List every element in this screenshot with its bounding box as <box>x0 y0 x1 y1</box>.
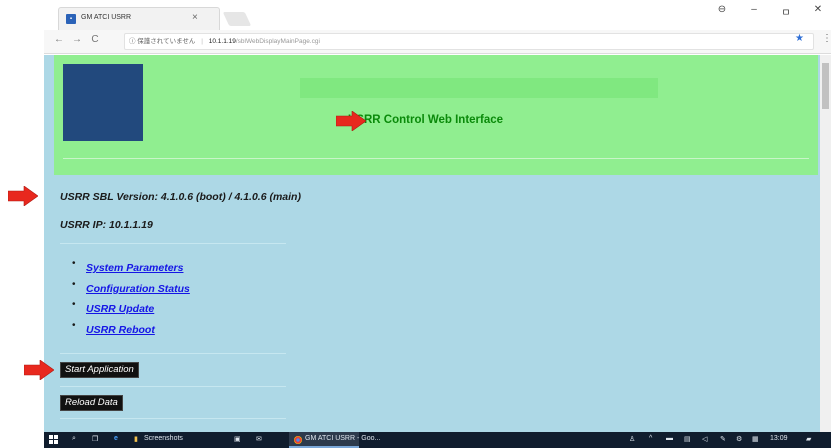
new-tab-button[interactable] <box>222 12 252 26</box>
bookmark-star-icon[interactable]: ★ <box>795 33 804 44</box>
usrr-reboot-link[interactable]: USRR Reboot <box>86 324 155 336</box>
divider <box>60 243 286 244</box>
start-application-button[interactable]: Start Application <box>60 362 139 378</box>
people-icon[interactable]: ♙ <box>629 435 635 443</box>
page-scrollbar[interactable] <box>820 55 831 432</box>
version-info: USRR SBL Version: 4.1.0.6 (boot) / 4.1.0… <box>60 191 301 203</box>
ip-info: USRR IP: 10.1.1.19 <box>60 219 153 231</box>
list-item: USRR Reboot <box>72 320 190 341</box>
tab-title: GM ATCI USRR <box>81 14 132 21</box>
tray-chevron-icon[interactable]: ^ <box>649 435 652 442</box>
close-tab-icon[interactable]: × <box>192 12 198 23</box>
divider <box>60 386 286 387</box>
header-divider <box>63 158 809 159</box>
browser-toolbar: ← → C ⓘ 保護されていません | 10.1.1.19/sblWebDisp… <box>44 30 831 54</box>
main-menu: System Parameters Configuration Status U… <box>72 258 190 340</box>
divider <box>60 353 286 354</box>
address-path: /sblWebDisplayMainPage.cgi <box>235 38 320 45</box>
system-parameters-link[interactable]: System Parameters <box>86 262 183 274</box>
windows-start-icon[interactable] <box>49 435 59 445</box>
list-item: USRR Update <box>72 299 190 320</box>
pen-icon[interactable]: ✎ <box>720 435 726 443</box>
reload-button[interactable]: C <box>88 34 102 45</box>
taskbar: ⌕ ❐ e ▮ Screenshots ▣ ✉ GM ATCI USRR - G… <box>44 432 831 448</box>
close-window-button[interactable]: ✕ <box>811 4 825 19</box>
taskbar-clock[interactable]: 13:09 <box>770 435 788 442</box>
settings-icon[interactable]: ⚙ <box>736 435 742 443</box>
battery-icon[interactable]: ▬ <box>666 435 673 442</box>
forward-button[interactable]: → <box>70 34 84 45</box>
minimize-button[interactable]: – <box>747 4 761 19</box>
chrome-icon <box>294 436 302 444</box>
page-header: USRR Control Web Interface <box>54 55 818 175</box>
screen: ▪ GM ATCI USRR × ⊖ – ㅁ ✕ ← → C ⓘ 保護されていま… <box>0 0 831 448</box>
volume-icon[interactable]: ◁ <box>702 435 707 443</box>
back-button[interactable]: ← <box>52 34 66 45</box>
reload-data-button[interactable]: Reload Data <box>60 395 123 411</box>
security-info[interactable]: ⓘ 保護されていません <box>129 34 195 49</box>
favicon-icon: ▪ <box>66 14 76 24</box>
browser-tab[interactable]: ▪ GM ATCI USRR × <box>58 7 220 30</box>
account-icon[interactable]: ⊖ <box>715 4 729 19</box>
mail-icon[interactable]: ✉ <box>256 435 262 443</box>
taskbar-browser-label[interactable]: GM ATCI USRR - Goo... <box>305 435 380 442</box>
edge-icon[interactable]: e <box>114 435 118 442</box>
maximize-button[interactable]: ㅁ <box>779 4 793 19</box>
task-view-icon[interactable]: ❐ <box>92 435 98 443</box>
list-item: System Parameters <box>72 258 190 279</box>
logo <box>63 64 143 141</box>
keyboard-icon[interactable]: ▦ <box>752 435 759 443</box>
scrollbar-thumb[interactable] <box>822 63 829 109</box>
browser-menu-icon[interactable]: ⋮ <box>822 33 831 44</box>
list-item: Configuration Status <box>72 279 190 300</box>
taskbar-folder-label[interactable]: Screenshots <box>144 435 183 442</box>
search-icon[interactable]: ⌕ <box>72 435 76 443</box>
window-controls: ⊖ – ㅁ ✕ <box>715 4 825 19</box>
annotation-arrow-icon <box>24 360 54 380</box>
network-icon[interactable]: ▤ <box>684 435 691 443</box>
divider <box>60 418 286 419</box>
address-host: 10.1.1.19 <box>208 38 236 45</box>
header-banner-bar <box>300 78 658 98</box>
tab-strip: ▪ GM ATCI USRR × ⊖ – ㅁ ✕ <box>44 0 831 30</box>
annotation-arrow-icon <box>336 111 366 131</box>
annotation-arrow-icon <box>8 186 38 206</box>
folder-icon[interactable]: ▮ <box>134 435 138 443</box>
address-bar[interactable]: ⓘ 保護されていません | 10.1.1.19/sblWebDisplayMai… <box>124 33 814 50</box>
page-title: USRR Control Web Interface <box>348 114 504 126</box>
notifications-icon[interactable]: ▰ <box>806 435 811 443</box>
page-viewport: USRR Control Web Interface USRR SBL Vers… <box>44 55 831 432</box>
configuration-status-link[interactable]: Configuration Status <box>86 283 190 295</box>
usrr-update-link[interactable]: USRR Update <box>86 303 154 315</box>
store-icon[interactable]: ▣ <box>234 435 241 443</box>
address-separator: | <box>201 38 203 45</box>
